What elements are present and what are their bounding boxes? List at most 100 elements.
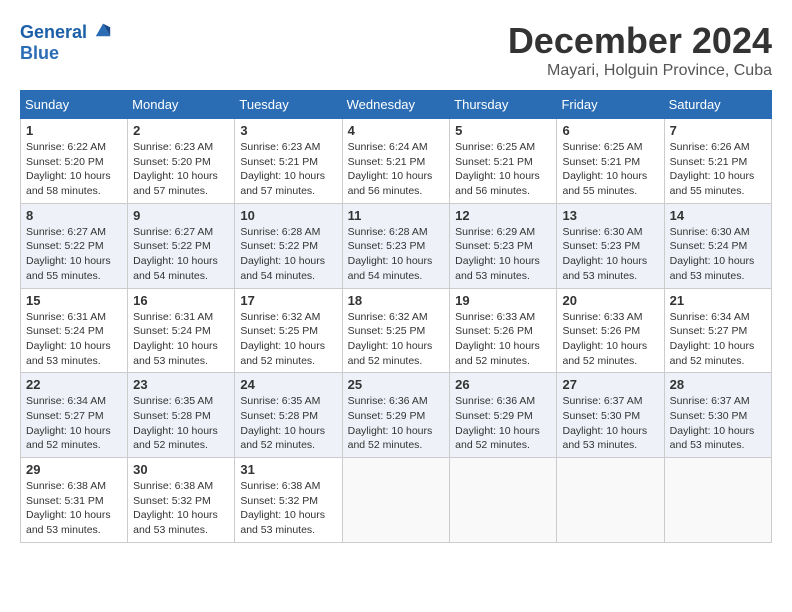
logo-blue: Blue (20, 43, 59, 64)
day-number: 29 (26, 462, 122, 477)
day-number: 11 (348, 208, 445, 223)
calendar-cell: 4Sunrise: 6:24 AM Sunset: 5:21 PM Daylig… (342, 119, 450, 204)
calendar-cell: 3Sunrise: 6:23 AM Sunset: 5:21 PM Daylig… (235, 119, 342, 204)
day-info: Sunrise: 6:27 AM Sunset: 5:22 PM Dayligh… (26, 225, 122, 284)
calendar-cell: 15Sunrise: 6:31 AM Sunset: 5:24 PM Dayli… (21, 288, 128, 373)
logo-text: General (20, 20, 112, 43)
day-number: 17 (240, 293, 336, 308)
calendar-cell: 9 Sunrise: 6:27 AM Sunset: 5:22 PM Daylig… (128, 203, 235, 288)
day-info: Sunrise: 6:37 AM Sunset: 5:30 PM Dayligh… (562, 394, 658, 453)
calendar-cell: 25Sunrise: 6:36 AM Sunset: 5:29 PM Dayli… (342, 373, 450, 458)
calendar-cell: 8 Sunrise: 6:27 AM Sunset: 5:22 PM Daylig… (21, 203, 128, 288)
calendar-cell: 30Sunrise: 6:38 AM Sunset: 5:32 PM Dayli… (128, 458, 235, 543)
calendar-cell: 27 Sunrise: 6:37 AM Sunset: 5:30 PM Dayli… (557, 373, 664, 458)
calendar-cell: 7 Sunrise: 6:26 AM Sunset: 5:21 PM Daylig… (664, 119, 771, 204)
calendar-cell: 6 Sunrise: 6:25 AM Sunset: 5:21 PM Daylig… (557, 119, 664, 204)
calendar-cell: 11 Sunrise: 6:28 AM Sunset: 5:23 PM Dayli… (342, 203, 450, 288)
day-info: Sunrise: 6:34 AM Sunset: 5:27 PM Dayligh… (26, 394, 122, 453)
day-info: Sunrise: 6:36 AM Sunset: 5:29 PM Dayligh… (348, 394, 445, 453)
day-number: 9 (133, 208, 229, 223)
day-number: 19 (455, 293, 551, 308)
day-info: Sunrise: 6:27 AM Sunset: 5:22 PM Dayligh… (133, 225, 229, 284)
day-info: Sunrise: 6:37 AM Sunset: 5:30 PM Dayligh… (670, 394, 766, 453)
calendar-header-tuesday: Tuesday (235, 91, 342, 119)
calendar-cell (342, 458, 450, 543)
calendar-header-row: SundayMondayTuesdayWednesdayThursdayFrid… (21, 91, 772, 119)
calendar-week-5: 29 Sunrise: 6:38 AM Sunset: 5:31 PM Dayli… (21, 458, 772, 543)
day-info: Sunrise: 6:28 AM Sunset: 5:23 PM Dayligh… (348, 225, 445, 284)
day-info: Sunrise: 6:35 AM Sunset: 5:28 PM Dayligh… (240, 394, 336, 453)
day-number: 21 (670, 293, 766, 308)
day-number: 28 (670, 377, 766, 392)
calendar-cell: 2 Sunrise: 6:23 AM Sunset: 5:20 PM Daylig… (128, 119, 235, 204)
day-info: Sunrise: 6:25 AM Sunset: 5:21 PM Dayligh… (455, 140, 551, 199)
day-number: 31 (240, 462, 336, 477)
day-number: 3 (240, 123, 336, 138)
day-number: 26 (455, 377, 551, 392)
calendar-cell (450, 458, 557, 543)
calendar-cell: 19 Sunrise: 6:33 AM Sunset: 5:26 PM Dayli… (450, 288, 557, 373)
day-number: 13 (562, 208, 658, 223)
title-section: December 2024 Mayari, Holguin Province, … (508, 20, 772, 80)
calendar-week-1: 1 Sunrise: 6:22 AM Sunset: 5:20 PM Daylig… (21, 119, 772, 204)
location: Mayari, Holguin Province, Cuba (508, 62, 772, 80)
calendar-header-monday: Monday (128, 91, 235, 119)
calendar-week-3: 15Sunrise: 6:31 AM Sunset: 5:24 PM Dayli… (21, 288, 772, 373)
calendar-cell: 16Sunrise: 6:31 AM Sunset: 5:24 PM Dayli… (128, 288, 235, 373)
day-info: Sunrise: 6:23 AM Sunset: 5:20 PM Dayligh… (133, 140, 229, 199)
day-info: Sunrise: 6:34 AM Sunset: 5:27 PM Dayligh… (670, 310, 766, 369)
day-number: 7 (670, 123, 766, 138)
day-info: Sunrise: 6:30 AM Sunset: 5:24 PM Dayligh… (670, 225, 766, 284)
day-number: 5 (455, 123, 551, 138)
day-info: Sunrise: 6:32 AM Sunset: 5:25 PM Dayligh… (348, 310, 445, 369)
month-title: December 2024 (508, 20, 772, 62)
day-number: 12 (455, 208, 551, 223)
calendar-cell: 1 Sunrise: 6:22 AM Sunset: 5:20 PM Daylig… (21, 119, 128, 204)
calendar-cell (664, 458, 771, 543)
calendar-cell: 23Sunrise: 6:35 AM Sunset: 5:28 PM Dayli… (128, 373, 235, 458)
calendar-cell: 21 Sunrise: 6:34 AM Sunset: 5:27 PM Dayli… (664, 288, 771, 373)
day-number: 22 (26, 377, 122, 392)
day-info: Sunrise: 6:35 AM Sunset: 5:28 PM Dayligh… (133, 394, 229, 453)
day-number: 20 (562, 293, 658, 308)
page-header: General Blue December 2024 Mayari, Holgu… (20, 20, 772, 80)
day-number: 14 (670, 208, 766, 223)
calendar-header-friday: Friday (557, 91, 664, 119)
day-info: Sunrise: 6:24 AM Sunset: 5:21 PM Dayligh… (348, 140, 445, 199)
day-number: 8 (26, 208, 122, 223)
day-number: 6 (562, 123, 658, 138)
calendar-cell: 26 Sunrise: 6:36 AM Sunset: 5:29 PM Dayli… (450, 373, 557, 458)
calendar-cell: 5 Sunrise: 6:25 AM Sunset: 5:21 PM Daylig… (450, 119, 557, 204)
day-info: Sunrise: 6:30 AM Sunset: 5:23 PM Dayligh… (562, 225, 658, 284)
day-info: Sunrise: 6:38 AM Sunset: 5:31 PM Dayligh… (26, 479, 122, 538)
day-number: 27 (562, 377, 658, 392)
calendar-week-4: 22 Sunrise: 6:34 AM Sunset: 5:27 PM Dayli… (21, 373, 772, 458)
calendar-cell (557, 458, 664, 543)
day-info: Sunrise: 6:26 AM Sunset: 5:21 PM Dayligh… (670, 140, 766, 199)
calendar-cell: 13 Sunrise: 6:30 AM Sunset: 5:23 PM Dayli… (557, 203, 664, 288)
calendar-cell: 22 Sunrise: 6:34 AM Sunset: 5:27 PM Dayli… (21, 373, 128, 458)
calendar-cell: 29 Sunrise: 6:38 AM Sunset: 5:31 PM Dayli… (21, 458, 128, 543)
day-number: 18 (348, 293, 445, 308)
day-number: 2 (133, 123, 229, 138)
day-info: Sunrise: 6:33 AM Sunset: 5:26 PM Dayligh… (455, 310, 551, 369)
calendar-cell: 10Sunrise: 6:28 AM Sunset: 5:22 PM Dayli… (235, 203, 342, 288)
day-info: Sunrise: 6:32 AM Sunset: 5:25 PM Dayligh… (240, 310, 336, 369)
day-info: Sunrise: 6:29 AM Sunset: 5:23 PM Dayligh… (455, 225, 551, 284)
calendar-cell: 12 Sunrise: 6:29 AM Sunset: 5:23 PM Dayli… (450, 203, 557, 288)
calendar-header-wednesday: Wednesday (342, 91, 450, 119)
calendar-cell: 28 Sunrise: 6:37 AM Sunset: 5:30 PM Dayli… (664, 373, 771, 458)
day-info: Sunrise: 6:22 AM Sunset: 5:20 PM Dayligh… (26, 140, 122, 199)
day-info: Sunrise: 6:38 AM Sunset: 5:32 PM Dayligh… (240, 479, 336, 538)
day-number: 10 (240, 208, 336, 223)
calendar-header-sunday: Sunday (21, 91, 128, 119)
calendar-header-thursday: Thursday (450, 91, 557, 119)
calendar-cell: 20Sunrise: 6:33 AM Sunset: 5:26 PM Dayli… (557, 288, 664, 373)
calendar-cell: 31 Sunrise: 6:38 AM Sunset: 5:32 PM Dayli… (235, 458, 342, 543)
day-number: 1 (26, 123, 122, 138)
logo-icon (94, 20, 112, 38)
calendar-cell: 24Sunrise: 6:35 AM Sunset: 5:28 PM Dayli… (235, 373, 342, 458)
calendar-cell: 17 Sunrise: 6:32 AM Sunset: 5:25 PM Dayli… (235, 288, 342, 373)
day-info: Sunrise: 6:25 AM Sunset: 5:21 PM Dayligh… (562, 140, 658, 199)
day-info: Sunrise: 6:36 AM Sunset: 5:29 PM Dayligh… (455, 394, 551, 453)
